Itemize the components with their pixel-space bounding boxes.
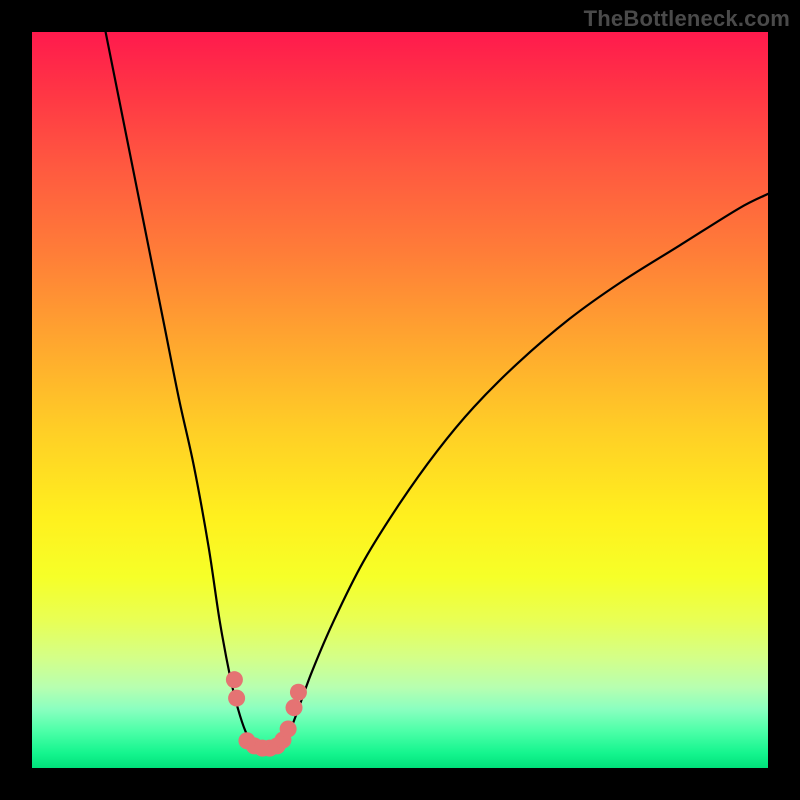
marker-dot	[286, 699, 303, 716]
marker-dot	[226, 671, 243, 688]
marker-dot	[280, 720, 297, 737]
plot-area	[32, 32, 768, 768]
curve-line	[106, 32, 768, 750]
curve-path-group	[106, 32, 768, 750]
watermark-text: TheBottleneck.com	[584, 6, 790, 32]
marker-group	[226, 671, 307, 756]
chart-frame: TheBottleneck.com	[0, 0, 800, 800]
marker-dot	[290, 684, 307, 701]
marker-dot	[228, 690, 245, 707]
chart-svg	[32, 32, 768, 768]
